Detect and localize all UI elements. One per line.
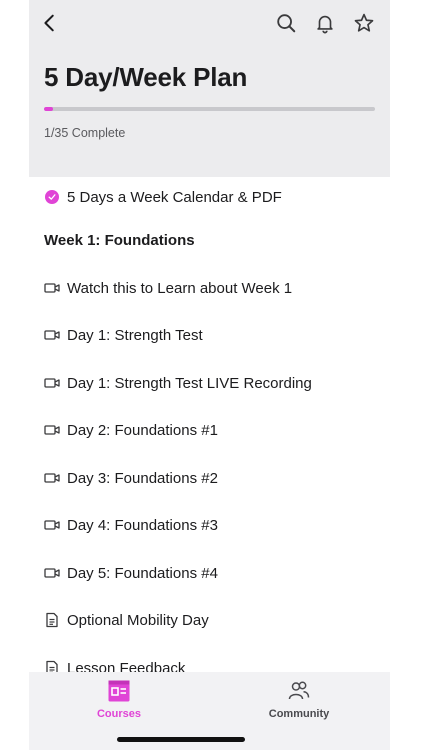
list-item[interactable]: Watch this to Learn about Week 1 (44, 268, 292, 308)
video-icon (44, 327, 60, 343)
community-icon (286, 678, 312, 704)
bell-icon (317, 15, 333, 34)
video-icon (44, 280, 60, 296)
section-title: Week 1: Foundations (44, 232, 195, 249)
document-icon (44, 612, 60, 628)
list-item[interactable]: Optional Mobility Day (44, 600, 209, 640)
notifications-button[interactable] (312, 10, 338, 36)
courses-icon (106, 678, 132, 704)
list-item-label: Day 2: Foundations #1 (67, 421, 218, 439)
list-item-label: Day 4: Foundations #3 (67, 516, 218, 534)
video-icon (44, 470, 60, 486)
video-icon (44, 517, 60, 533)
tab-community[interactable]: Community (209, 678, 389, 720)
tab-courses[interactable]: Courses (29, 678, 209, 720)
list-item-label: Day 3: Foundations #2 (67, 469, 218, 487)
video-icon (44, 422, 60, 438)
list-item-completed[interactable]: 5 Days a Week Calendar & PDF (44, 177, 282, 217)
video-icon (44, 375, 60, 391)
favorite-button[interactable] (351, 10, 377, 36)
list-item-label: Day 5: Foundations #4 (67, 564, 218, 582)
search-button[interactable] (273, 10, 299, 36)
list-item[interactable]: Day 1: Strength Test LIVE Recording (44, 363, 312, 403)
back-button[interactable] (37, 10, 63, 36)
home-indicator (117, 737, 245, 742)
progress-label: 1/35 Complete (44, 126, 126, 140)
list-item-label: Watch this to Learn about Week 1 (67, 279, 293, 297)
tab-label: Community (268, 708, 330, 720)
progress-bar (44, 107, 375, 111)
list-item[interactable]: Day 4: Foundations #3 (44, 505, 218, 545)
list-item[interactable]: Day 3: Foundations #2 (44, 458, 218, 498)
list-item-label: Day 1: Strength Test LIVE Recording (67, 374, 312, 392)
page-title: 5 Day/Week Plan (44, 62, 248, 92)
course-header: 5 Day/Week Plan 1/35 Complete (29, 0, 390, 177)
list-item-label: Day 1: Strength Test (67, 326, 203, 344)
list-item[interactable]: Day 2: Foundations #1 (44, 410, 218, 450)
progress-bar-fill (44, 107, 54, 111)
back-icon (44, 14, 54, 32)
checkmark-icon (44, 189, 60, 205)
list-item[interactable]: Day 5: Foundations #4 (44, 553, 218, 593)
list-item-label: Optional Mobility Day (67, 611, 209, 629)
search-icon (277, 14, 296, 33)
list-item-label: 5 Days a Week Calendar & PDF (67, 188, 282, 206)
list-item[interactable]: Day 1: Strength Test (44, 315, 203, 355)
tab-label: Courses (96, 708, 142, 720)
course-screen: 5 Day/Week Plan 1/35 Complete 5 Days a W… (29, 0, 390, 750)
star-icon (354, 13, 374, 32)
video-icon (44, 565, 60, 581)
